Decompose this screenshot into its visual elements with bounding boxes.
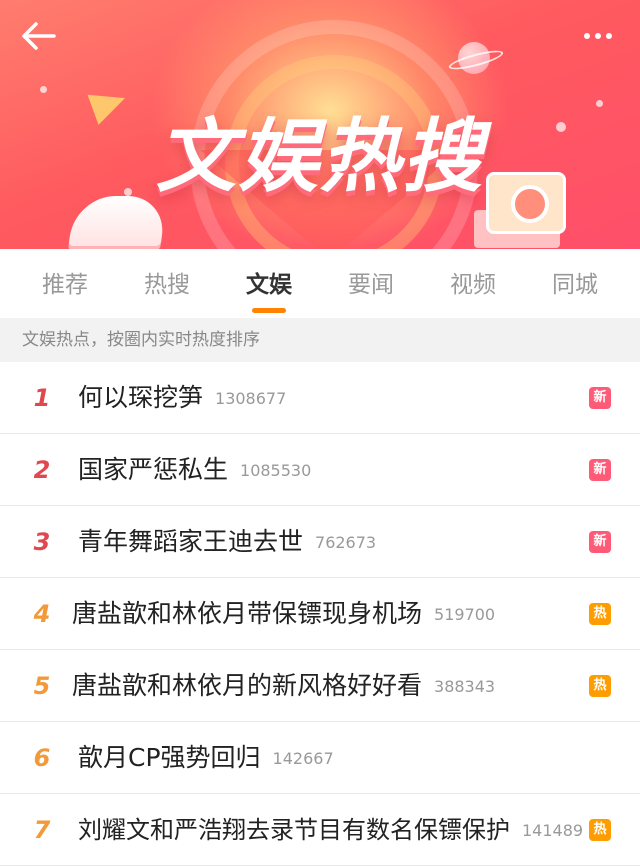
new-badge: 新 xyxy=(589,531,611,553)
hot-badge: 热 xyxy=(589,819,611,841)
tab-local[interactable]: 同城 xyxy=(548,259,602,305)
tab-entertainment[interactable]: 文娱 xyxy=(242,259,296,313)
tab-hot-search[interactable]: 热搜 xyxy=(140,259,194,305)
topic-title: 国家严惩私生 xyxy=(78,455,229,484)
sparkle-dot xyxy=(556,122,566,132)
hot-badge: 热 xyxy=(589,603,611,625)
page-title: 文娱热搜 xyxy=(156,110,484,203)
heat-count: 1085530 xyxy=(240,461,312,480)
sparkle-dot xyxy=(40,86,47,93)
topic-title: 刘耀文和严浩翔去录节目有数名保镖保护 xyxy=(78,816,510,844)
back-arrow-icon xyxy=(22,22,56,50)
hot-badge: 热 xyxy=(589,675,611,697)
topic-title: 唐盐歆和林依月的新风格好好看 xyxy=(72,671,423,700)
topic-title: 青年舞蹈家王迪去世 xyxy=(78,527,304,556)
hot-search-list: 1 何以琛挖笋 1308677 新 2 国家严惩私生 1085530 新 3 青年舞… xyxy=(0,362,640,866)
header-banner: 文娱热搜 xyxy=(0,0,640,249)
list-subtitle: 文娱热点，按圈内实时热度排序 xyxy=(0,318,640,362)
heat-count: 142667 xyxy=(272,749,334,768)
list-item[interactable]: 1 何以琛挖笋 1308677 新 xyxy=(0,362,640,434)
tab-news[interactable]: 要闻 xyxy=(344,259,398,305)
heat-count: 762673 xyxy=(315,533,377,552)
heat-count: 141489 xyxy=(522,821,584,840)
rank-number: 6 xyxy=(33,744,51,772)
rank-number: 3 xyxy=(33,528,51,556)
list-item[interactable]: 6 歆月CP强势回归 142667 xyxy=(0,722,640,794)
more-button[interactable] xyxy=(584,24,624,44)
new-badge: 新 xyxy=(589,387,611,409)
tab-bar: 推荐 热搜 文娱 要闻 视频 同城 xyxy=(0,249,640,315)
rank-number: 7 xyxy=(33,816,51,844)
list-item[interactable]: 2 国家严惩私生 1085530 新 xyxy=(0,434,640,506)
heat-count: 388343 xyxy=(434,677,496,696)
more-dots-icon xyxy=(584,33,590,39)
list-item[interactable]: 3 青年舞蹈家王迪去世 762673 新 xyxy=(0,506,640,578)
more-dots-icon xyxy=(606,33,612,39)
heat-count: 519700 xyxy=(434,605,496,624)
rank-number: 2 xyxy=(33,456,51,484)
sparkle-dot xyxy=(596,100,603,107)
tab-recommend[interactable]: 推荐 xyxy=(38,259,92,305)
rank-number: 1 xyxy=(33,384,51,412)
list-item[interactable]: 7 刘耀文和严浩翔去录节目有数名保镖保护 141489 热 xyxy=(0,794,640,866)
topic-title: 歆月CP强势回归 xyxy=(78,743,261,772)
more-dots-icon xyxy=(595,33,601,39)
list-item[interactable]: 4 唐盐歆和林依月带保镖现身机场 519700 热 xyxy=(0,578,640,650)
new-badge: 新 xyxy=(589,459,611,481)
topic-title: 唐盐歆和林依月带保镖现身机场 xyxy=(72,599,423,628)
rank-number: 5 xyxy=(33,672,51,700)
back-button[interactable] xyxy=(18,18,58,54)
rank-number: 4 xyxy=(33,600,51,628)
planet-icon xyxy=(458,42,490,74)
list-item[interactable]: 5 唐盐歆和林依月的新风格好好看 388343 热 xyxy=(0,650,640,722)
heat-count: 1308677 xyxy=(215,389,287,408)
tab-video[interactable]: 视频 xyxy=(446,259,500,305)
topic-title: 何以琛挖笋 xyxy=(78,383,204,412)
